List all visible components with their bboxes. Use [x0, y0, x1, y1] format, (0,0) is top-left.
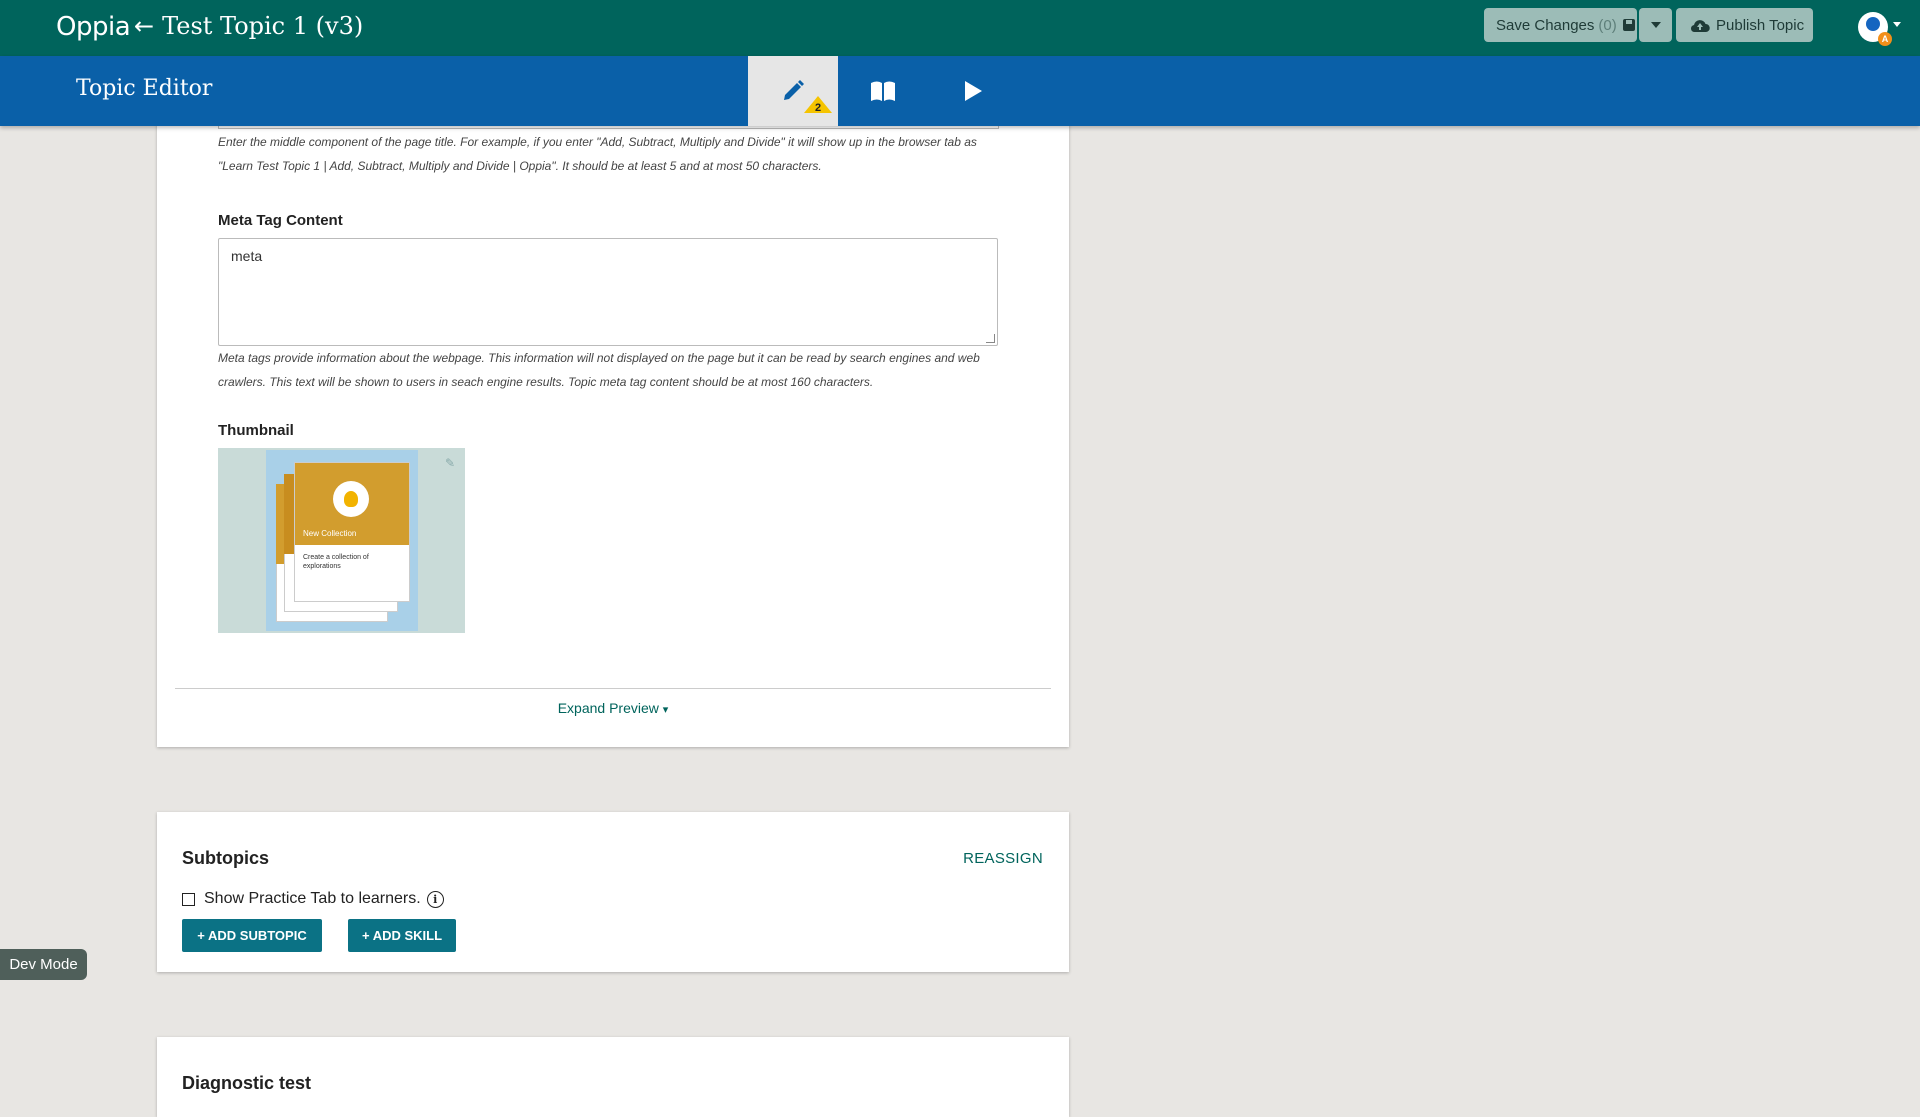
thumbnail-image: New Collection Create a collection of ex…: [266, 450, 418, 631]
save-changes-label: Save Changes: [1496, 16, 1595, 34]
thumbnail-card-desc: Create a collection of explorations: [303, 554, 369, 570]
practice-tab-checkbox[interactable]: [182, 892, 195, 906]
user-avatar[interactable]: A: [1858, 12, 1892, 46]
caret-down-icon: [1650, 22, 1661, 28]
publish-topic-label: Publish Topic: [1716, 16, 1805, 34]
topic-details-card: Enter the middle component of the page t…: [157, 80, 1069, 747]
save-options-dropdown-button[interactable]: [1639, 8, 1672, 42]
publish-topic-button[interactable]: Publish Topic: [1676, 8, 1813, 42]
pencil-icon: [784, 80, 804, 100]
editor-navbar: Topic Editor 2: [0, 56, 1920, 126]
floppy-disk-icon: [1622, 19, 1635, 31]
expand-preview-link[interactable]: Expand Preview ▾: [157, 700, 1069, 716]
divider: [175, 688, 1051, 689]
meta-tag-value: meta: [231, 248, 263, 264]
diagnostic-test-heading: Diagnostic test: [182, 1073, 312, 1093]
topic-title: Test Topic 1 (v3): [162, 12, 364, 40]
dev-mode-badge: Dev Mode: [0, 949, 87, 980]
save-changes-count: (0): [1598, 16, 1617, 34]
tab-main-editor[interactable]: 2: [748, 56, 838, 126]
meta-tag-label: Meta Tag Content: [218, 212, 343, 229]
user-icon: [1866, 17, 1880, 31]
page-title-help-text: Enter the middle component of the page t…: [218, 135, 977, 173]
expand-preview-label: Expand Preview: [557, 700, 659, 716]
lightbulb-icon: [333, 481, 369, 517]
practice-tab-row: Show Practice Tab to learners. i: [182, 890, 444, 908]
arrow-left-icon: ←: [134, 12, 155, 40]
resize-handle-icon[interactable]: [986, 334, 995, 343]
save-changes-button[interactable]: Save Changes (0): [1484, 8, 1637, 42]
top-navbar: Oppia ← Test Topic 1 (v3) Save Changes (…: [0, 0, 1920, 56]
thumbnail-card-title: New Collection: [303, 529, 357, 538]
subtopics-heading: Subtopics: [182, 848, 270, 868]
reassign-button[interactable]: REASSIGN: [963, 850, 1043, 867]
book-icon: [871, 81, 895, 101]
cloud-upload-icon: [1690, 19, 1710, 33]
thumbnail-label: Thumbnail: [218, 422, 294, 439]
info-icon[interactable]: i: [426, 890, 444, 908]
profile-caret-icon[interactable]: [1893, 22, 1901, 27]
tab-preview[interactable]: [838, 56, 928, 126]
meta-tag-textarea[interactable]: meta: [218, 238, 998, 346]
subtopics-card: Subtopics REASSIGN Show Practice Tab to …: [157, 812, 1069, 972]
diagnostic-test-card: Diagnostic test: [157, 1037, 1069, 1117]
editor-title: Topic Editor: [76, 76, 213, 101]
thumbnail-editor[interactable]: New Collection Create a collection of ex…: [218, 448, 465, 633]
play-icon: [965, 81, 982, 101]
warning-count: 2: [814, 102, 822, 114]
thumbnail-front-card: New Collection Create a collection of ex…: [294, 462, 410, 602]
practice-tab-label: Show Practice Tab to learners.: [204, 890, 421, 907]
oppia-logo[interactable]: Oppia: [56, 12, 131, 42]
admin-badge: A: [1878, 32, 1892, 46]
edit-thumbnail-pencil-icon[interactable]: ✎: [445, 456, 455, 470]
back-to-topics-link[interactable]: ← Test Topic 1 (v3): [134, 12, 363, 40]
tab-play[interactable]: [928, 56, 1018, 126]
add-skill-button[interactable]: + ADD SKILL: [348, 919, 456, 952]
chevron-down-icon: ▾: [662, 704, 669, 716]
add-subtopic-button[interactable]: + ADD SUBTOPIC: [182, 919, 322, 952]
meta-tag-help-text: Meta tags provide information about the …: [218, 351, 980, 389]
